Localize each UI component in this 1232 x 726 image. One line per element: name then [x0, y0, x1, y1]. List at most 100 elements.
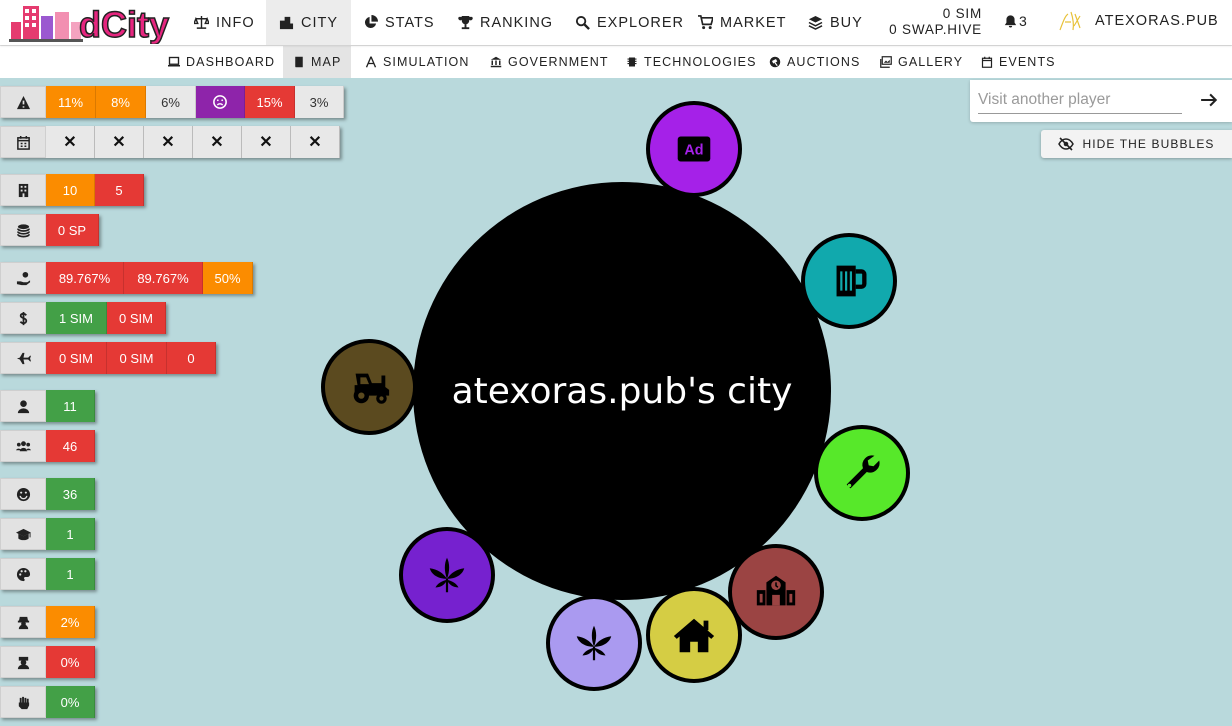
nav-info-label: INFO: [216, 14, 255, 31]
calendar-icon: [16, 135, 30, 150]
home-bubble[interactable]: [646, 587, 742, 683]
event-stats[interactable]: ✕ ✕ ✕ ✕ ✕ ✕: [0, 126, 340, 158]
nav-ranking[interactable]: RANKING: [458, 0, 553, 45]
subnav-gallery-label: GALLERY: [898, 55, 964, 69]
event-slot-5: ✕: [242, 126, 291, 158]
city-icon: [279, 16, 294, 30]
nav-city-label: CITY: [301, 14, 339, 31]
nav-explorer[interactable]: EXPLORER: [575, 0, 684, 45]
subnav-simulation[interactable]: SIMULATION: [365, 46, 469, 78]
happiness-stats[interactable]: 36: [0, 478, 95, 510]
education-stats[interactable]: 1: [0, 518, 95, 550]
user-icon: [17, 399, 29, 413]
nav-stats[interactable]: STATS: [363, 0, 435, 45]
population-value: 11: [46, 390, 95, 422]
visit-player-input[interactable]: [978, 86, 1182, 114]
building-stats[interactable]: 10 5: [0, 174, 144, 206]
subnav-dashboard[interactable]: DASHBOARD: [168, 46, 275, 78]
book-icon: [295, 56, 303, 68]
subnav-government[interactable]: GOVERNMENT: [490, 46, 609, 78]
subnav-gallery[interactable]: GALLERY: [880, 46, 963, 78]
scale-icon: [194, 15, 209, 29]
school-icon: [756, 575, 796, 606]
warning-icon: [16, 95, 30, 109]
beer-bubble[interactable]: [801, 233, 897, 329]
income-value-3: 50%: [203, 262, 253, 294]
ad-bubble[interactable]: Ad: [646, 101, 742, 197]
travel-value-3: 0: [167, 342, 216, 374]
population-stats[interactable]: 11: [0, 390, 95, 422]
nav-info[interactable]: INFO: [185, 0, 264, 45]
subnav-map[interactable]: MAP: [283, 46, 352, 78]
palette-icon: [16, 567, 30, 581]
tractor-icon: [353, 373, 390, 404]
income-value-2: 89.767%: [124, 262, 203, 294]
subnav-dashboard-label: DASHBOARD: [186, 55, 276, 69]
sim-stats[interactable]: 1 SIM 0 SIM: [0, 302, 166, 334]
tractor-bubble[interactable]: [321, 339, 417, 435]
nav-ranking-label: RANKING: [480, 14, 554, 31]
buildings-value-1: 10: [46, 174, 95, 206]
plane-icon: [16, 352, 31, 364]
subnav-events[interactable]: EVENTS: [981, 46, 1056, 78]
user-avatar[interactable]: [1056, 8, 1084, 36]
sp-stats[interactable]: 0 SP: [0, 214, 99, 246]
arrow-right-icon[interactable]: [1200, 91, 1218, 109]
layers-icon: [808, 15, 823, 30]
landmark-icon: [490, 56, 502, 68]
wrench-icon: [846, 455, 880, 489]
unemployment-value: 0%: [46, 646, 95, 678]
crime-value: 2%: [46, 606, 95, 638]
top-navbar: dCity INFO CITY STATS RANKING EXPLORER M…: [0, 0, 1232, 45]
crime-stats[interactable]: 2%: [0, 606, 95, 638]
income-stats[interactable]: 89.767% 89.767% 50%: [0, 262, 253, 294]
username[interactable]: ATEXORAS.PUB: [1095, 13, 1219, 29]
chip-icon: [627, 57, 637, 67]
building-icon: [18, 183, 28, 197]
users-icon: [15, 440, 31, 451]
risk-value-1: 11%: [46, 86, 96, 118]
wallet-balances[interactable]: 0 SIM 0 SWAP.HIVE: [872, 6, 982, 38]
bell-icon: [1004, 15, 1017, 28]
protest-value: 0%: [46, 686, 95, 718]
subnav-technologies[interactable]: TECHNOLOGIES: [626, 46, 757, 78]
education-value: 1: [46, 518, 95, 550]
leaf-icon: [429, 557, 465, 593]
wrench-bubble[interactable]: [814, 425, 910, 521]
nav-buy[interactable]: BUY: [808, 0, 863, 45]
nav-market[interactable]: MARKET: [698, 0, 786, 45]
subnav-simulation-label: SIMULATION: [383, 55, 470, 69]
pie-chart-icon: [364, 15, 378, 29]
event-slot-3: ✕: [144, 126, 193, 158]
travel-value-1: 0 SIM: [46, 342, 107, 374]
dcity-logo[interactable]: dCity: [9, 2, 177, 44]
notifications-button[interactable]: 3: [1004, 13, 1027, 29]
unemployment-stats[interactable]: 0%: [0, 646, 95, 678]
city-title: atexoras.pub's city: [451, 370, 793, 412]
protest-stats[interactable]: 0%: [0, 686, 95, 718]
subnav-auctions[interactable]: AUCTIONS: [769, 46, 860, 78]
subnav-map-label: MAP: [311, 55, 342, 69]
dollar-icon: [19, 311, 27, 325]
travel-stats[interactable]: 0 SIM 0 SIM 0: [0, 342, 216, 374]
risk-mood: [196, 86, 245, 118]
nav-city[interactable]: CITY: [266, 0, 352, 45]
subnav-government-label: GOVERNMENT: [508, 55, 609, 69]
school-bubble[interactable]: [728, 544, 824, 640]
nav-market-label: MARKET: [720, 14, 787, 31]
culture-stats[interactable]: 1: [0, 558, 95, 590]
sim-value-2: 0 SIM: [107, 302, 166, 334]
cannabis-bubble-light[interactable]: [546, 595, 642, 691]
smile-icon: [16, 487, 30, 501]
cannabis-bubble-dark[interactable]: [399, 527, 495, 623]
hide-bubbles-button[interactable]: HIDE THE BUBBLES: [1041, 130, 1232, 158]
calendar-icon: [981, 56, 993, 68]
workers-stats[interactable]: 46: [0, 430, 95, 462]
eye-slash-icon: [1058, 137, 1075, 151]
sp-value: 0 SP: [46, 214, 99, 246]
sad-face-icon: [213, 95, 227, 109]
risk-stats[interactable]: 11% 8% 6% 15% 3%: [0, 86, 344, 118]
subnav-auctions-label: AUCTIONS: [787, 55, 861, 69]
wallet-sim: 0 SIM: [942, 6, 982, 21]
graduation-icon: [15, 528, 31, 540]
